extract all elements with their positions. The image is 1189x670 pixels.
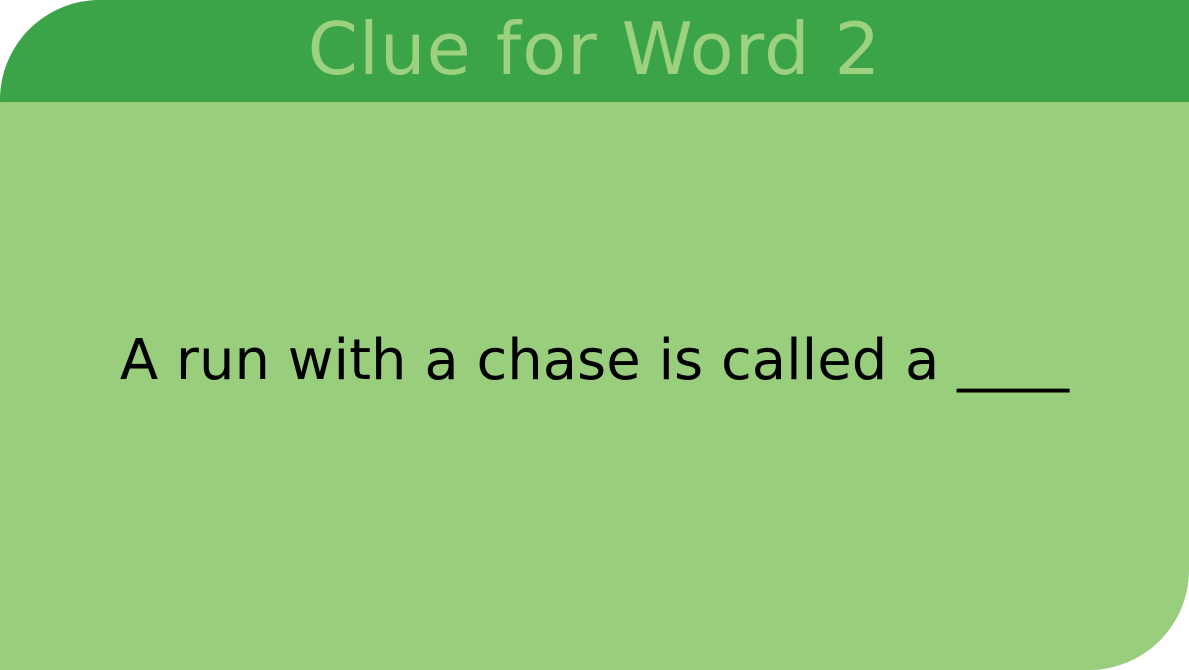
card-header: Clue for Word 2 [0,0,1189,102]
clue-card: Clue for Word 2 A run with a chase is ca… [0,0,1189,670]
clue-text: A run with a chase is called a ____ [119,328,1070,393]
card-title: Clue for Word 2 [307,7,882,91]
